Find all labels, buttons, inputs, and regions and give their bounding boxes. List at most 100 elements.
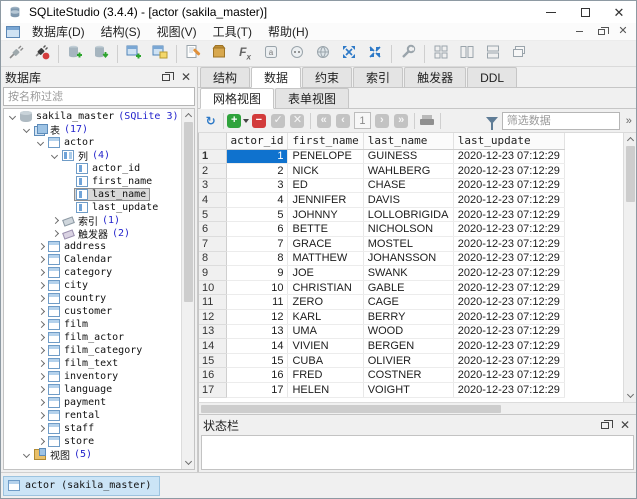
add-database-button[interactable]: [62, 42, 88, 66]
row-header-6[interactable]: 6: [199, 222, 226, 237]
new-window-button[interactable]: [121, 42, 147, 66]
bug-report-button[interactable]: [284, 42, 310, 66]
row-header-14[interactable]: 14: [199, 339, 226, 354]
tree-scrollbar-thumb[interactable]: [184, 122, 193, 302]
tree-chevron-icon[interactable]: [36, 385, 46, 395]
tree-item-film_actor[interactable]: film_actor: [4, 331, 181, 344]
tree-item-staff[interactable]: staff: [4, 422, 181, 435]
print-button[interactable]: [418, 111, 437, 131]
row-header-4[interactable]: 4: [199, 193, 226, 208]
cell-13-first_name[interactable]: UMA: [288, 324, 363, 339]
cell-1-actor_id[interactable]: 1: [226, 149, 288, 164]
cell-15-first_name[interactable]: CUBA: [288, 353, 363, 368]
tree-scrollbar[interactable]: [181, 109, 194, 469]
cell-3-actor_id[interactable]: 3: [226, 178, 288, 193]
cell-17-first_name[interactable]: HELEN: [288, 383, 363, 398]
tree-chevron-icon[interactable]: [36, 242, 46, 252]
cell-15-actor_id[interactable]: 15: [226, 353, 288, 368]
first-page-button[interactable]: «: [314, 111, 333, 131]
column-header-actor_id[interactable]: actor_id: [226, 133, 288, 149]
column-header-last_name[interactable]: last_name: [363, 133, 453, 149]
tab-3[interactable]: 索引: [353, 67, 403, 87]
scroll-down-icon[interactable]: [182, 456, 195, 469]
dock-float-button[interactable]: [159, 70, 173, 84]
cell-4-last_update[interactable]: 2020-12-23 07:12:29: [453, 193, 564, 208]
cell-12-last_name[interactable]: BERRY: [363, 310, 453, 325]
tree-item-__[interactable]: 视图(5): [4, 448, 181, 461]
cell-5-actor_id[interactable]: 5: [226, 207, 288, 222]
status-close-button[interactable]: ✕: [618, 418, 632, 432]
menu-item-2[interactable]: 视图(V): [149, 24, 205, 40]
cell-6-actor_id[interactable]: 6: [226, 222, 288, 237]
tree-chevron-icon[interactable]: [36, 281, 46, 291]
grid-scroll-down-icon[interactable]: [624, 389, 637, 402]
row-header-8[interactable]: 8: [199, 251, 226, 266]
row-header-11[interactable]: 11: [199, 295, 226, 310]
cell-13-last_update[interactable]: 2020-12-23 07:12:29: [453, 324, 564, 339]
minimize-button[interactable]: [534, 1, 568, 23]
menu-item-1[interactable]: 结构(S): [93, 24, 149, 40]
cell-1-first_name[interactable]: PENELOPE: [288, 149, 363, 164]
restore-window-button[interactable]: [147, 42, 173, 66]
row-header-17[interactable]: 17: [199, 383, 226, 398]
cell-6-first_name[interactable]: BETTE: [288, 222, 363, 237]
connect-database-button[interactable]: [3, 42, 29, 66]
custom-functions-button[interactable]: Fx: [232, 42, 258, 66]
commit-button[interactable]: ✓: [268, 111, 287, 131]
apply-filter-button[interactable]: [482, 111, 501, 131]
cell-7-last_name[interactable]: MOSTEL: [363, 237, 453, 252]
cell-17-actor_id[interactable]: 17: [226, 383, 288, 398]
cell-3-first_name[interactable]: ED: [288, 178, 363, 193]
collations-editor-button[interactable]: a: [258, 42, 284, 66]
tree-chevron-icon[interactable]: [22, 125, 32, 135]
row-header-10[interactable]: 10: [199, 280, 226, 295]
data-filter-input[interactable]: [502, 112, 620, 130]
tree-chevron-icon[interactable]: [36, 307, 46, 317]
cell-4-last_name[interactable]: DAVIS: [363, 193, 453, 208]
cell-8-actor_id[interactable]: 8: [226, 251, 288, 266]
fit-rows-button[interactable]: [463, 111, 482, 131]
tree-item-film_text[interactable]: film_text: [4, 357, 181, 370]
mdi-restore-button[interactable]: [590, 24, 612, 39]
cell-10-actor_id[interactable]: 10: [226, 280, 288, 295]
maximize-button[interactable]: [568, 1, 602, 23]
tree-item-first_name[interactable]: first_name: [4, 175, 181, 188]
row-header-1[interactable]: 1: [199, 149, 226, 164]
row-header-2[interactable]: 2: [199, 164, 226, 179]
cell-10-last_update[interactable]: 2020-12-23 07:12:29: [453, 280, 564, 295]
tree-item-___[interactable]: 触发器(2): [4, 227, 181, 240]
view-tab-0[interactable]: 网格视图: [200, 88, 274, 109]
cell-2-first_name[interactable]: NICK: [288, 164, 363, 179]
import-data-button[interactable]: [206, 42, 232, 66]
tree-item-film_category[interactable]: film_category: [4, 344, 181, 357]
mdi-child-icon[interactable]: [6, 26, 20, 38]
tree-item-inventory[interactable]: inventory: [4, 370, 181, 383]
tree-chevron-icon[interactable]: [36, 333, 46, 343]
cell-17-last_update[interactable]: 2020-12-23 07:12:29: [453, 383, 564, 398]
tree-chevron-icon[interactable]: [50, 151, 60, 161]
tree-item-actor_id[interactable]: actor_id: [4, 162, 181, 175]
column-header-first_name[interactable]: first_name: [288, 133, 363, 149]
cell-8-last_name[interactable]: JOHANSSON: [363, 251, 453, 266]
tree-item-city[interactable]: city: [4, 279, 181, 292]
cell-2-last_name[interactable]: WAHLBERG: [363, 164, 453, 179]
cell-14-first_name[interactable]: VIVIEN: [288, 339, 363, 354]
tree-chevron-icon[interactable]: [36, 437, 46, 447]
menu-item-3[interactable]: 工具(T): [205, 24, 260, 40]
rollback-button[interactable]: ✕: [288, 111, 307, 131]
taskbar-item-0[interactable]: actor (sakila_master): [3, 476, 160, 496]
refresh-data-button[interactable]: ↻: [201, 111, 220, 131]
grid-hscrollbar-thumb[interactable]: [201, 405, 501, 413]
row-header-5[interactable]: 5: [199, 207, 226, 222]
tree-chevron-icon[interactable]: [36, 424, 46, 434]
menu-item-0[interactable]: 数据库(D): [24, 24, 93, 40]
delete-row-button[interactable]: −: [249, 111, 268, 131]
tree-item-film[interactable]: film: [4, 318, 181, 331]
cell-14-last_update[interactable]: 2020-12-23 07:12:29: [453, 339, 564, 354]
row-header-9[interactable]: 9: [199, 266, 226, 281]
cell-16-first_name[interactable]: FRED: [288, 368, 363, 383]
cell-7-actor_id[interactable]: 7: [226, 237, 288, 252]
cascade-windows-button[interactable]: [506, 42, 532, 66]
tree-item-language[interactable]: language: [4, 383, 181, 396]
cell-15-last_name[interactable]: OLIVIER: [363, 353, 453, 368]
